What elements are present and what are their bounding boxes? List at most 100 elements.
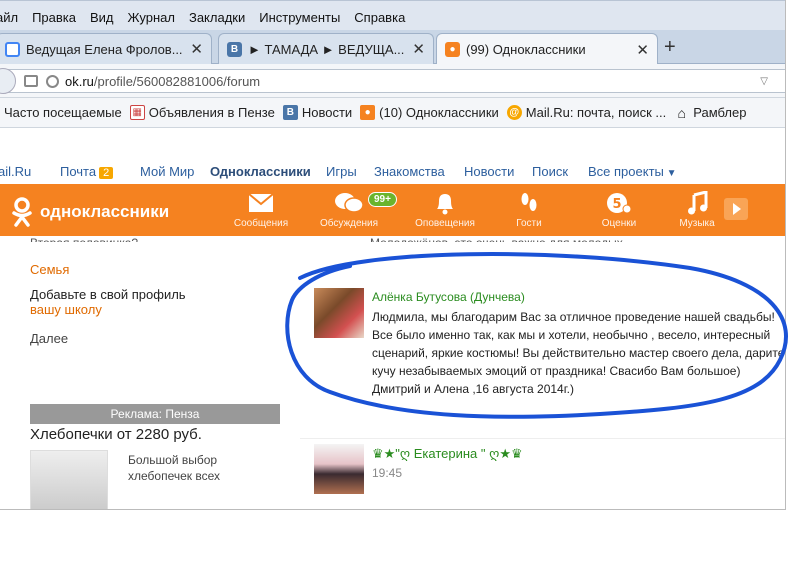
bookmark-news[interactable]: B Новости (282, 105, 353, 120)
tab-ok[interactable]: ● (99) Одноклассники ✕ (436, 33, 658, 65)
link-mailru[interactable]: ail.Ru (0, 164, 31, 179)
bookmark-ok[interactable]: ● (10) Одноклассники (360, 105, 499, 120)
nav-label: Сообщения (233, 218, 289, 229)
menu-file[interactable]: айл (0, 10, 18, 25)
ad-text[interactable]: Большой выбор хлебопечек всех (128, 452, 248, 484)
envelope-icon (228, 190, 294, 216)
link-all-projects-label: Все проекты (588, 164, 664, 179)
nav-music[interactable]: Музыка (664, 190, 730, 229)
grid-icon[interactable] (24, 75, 38, 87)
video-play-icon[interactable] (724, 198, 748, 220)
nav-label: Оповещения (415, 218, 475, 229)
add-profile-text: Добавьте в свой профиль (30, 287, 186, 302)
nav-label: Оценки (601, 218, 637, 229)
portal-links: ail.Ru Почта 2 Мой Мир Одноклассники Игры… (0, 158, 785, 184)
svg-text:5: 5 (612, 197, 621, 212)
tab-label: Ведущая Елена Фролов... (26, 41, 183, 57)
bookmark-most-visited[interactable]: Часто посещаемые (4, 105, 122, 120)
ok-header: одноклассники Сообщения Обсуждения Опове… (0, 184, 785, 236)
link-pochta-label: Почта (60, 164, 97, 179)
link-all-projects[interactable]: Все проекты ▼ (588, 164, 677, 179)
footprints-icon (496, 190, 562, 216)
nav-label: Гости (516, 218, 542, 229)
tab-vk[interactable]: B ► ТАМАДА ► ВЕДУЩА... ✕ (218, 33, 434, 64)
url-text[interactable]: ok.ru/profile/560082881006/forum (65, 74, 260, 89)
menu-history[interactable]: Журнал (128, 10, 175, 25)
calendar-icon: ▦ (129, 105, 145, 120)
mailru-icon: @ (506, 105, 522, 120)
family-link[interactable]: Семья (30, 262, 280, 277)
bookmark-rambler[interactable]: ⌂ Рамблер (674, 104, 747, 121)
url-path: /profile/560082881006/forum (93, 73, 261, 89)
link-moy-mir[interactable]: Мой Мир (140, 164, 194, 179)
tab-google[interactable]: Ведущая Елена Фролов... ✕ (0, 33, 212, 64)
close-tab-icon[interactable]: ✕ (636, 41, 649, 59)
close-tab-icon[interactable]: ✕ (190, 40, 203, 58)
more-link[interactable]: Далее (30, 331, 280, 346)
music-note-icon (664, 190, 730, 216)
vk-icon: B (227, 41, 242, 57)
link-odnoklassniki[interactable]: Одноклассники (210, 164, 311, 179)
address-bar[interactable]: ok.ru/profile/560082881006/forum ▽ (0, 69, 785, 93)
globe-icon (46, 74, 59, 88)
bookmark-label: Часто посещаемые (4, 105, 122, 120)
left-column: Семья Добавьте в свой профиль вашу школу… (30, 262, 280, 346)
ok-logo[interactable]: одноклассники (10, 197, 169, 227)
bookmark-label: Новости (301, 105, 353, 120)
google-icon (5, 41, 20, 57)
menu-view[interactable]: Вид (90, 10, 114, 25)
ad-header: Реклама: Пенза (30, 404, 280, 424)
menu-edit[interactable]: Правка (32, 10, 76, 25)
home-icon: ⌂ (677, 104, 686, 121)
page-top-spacer (0, 128, 785, 158)
ad-image[interactable] (30, 450, 108, 509)
bookmark-label: Mail.Ru: почта, поиск ... (525, 105, 667, 120)
dropdown-arrow-icon[interactable]: ▽ (760, 76, 768, 87)
cut-off-text-left: Вторая половинка? (30, 236, 138, 242)
mail-count-badge: 2 (99, 167, 114, 179)
post-text: Людмила, мы благодарим Вас за отличное п… (372, 310, 785, 396)
url-host: ok.ru (65, 73, 94, 89)
menu-bookmarks[interactable]: Закладки (189, 10, 245, 25)
tab-label: (99) Одноклассники (466, 42, 586, 57)
nav-guests[interactable]: Гости (496, 190, 562, 229)
rating-icon: 5 (586, 190, 652, 216)
bookmarks-bar: Часто посещаемые ▦ Объявления в Пензе B … (0, 98, 785, 128)
nav-ratings[interactable]: 5 Оценки (586, 190, 652, 229)
link-novosti[interactable]: Новости (464, 164, 514, 179)
vk-icon: B (282, 105, 298, 120)
bookmark-label: Рамблер (693, 105, 747, 120)
bell-icon (412, 190, 478, 216)
avatar[interactable] (314, 444, 364, 494)
link-igry[interactable]: Игры (326, 164, 357, 179)
link-pochta[interactable]: Почта 2 (60, 164, 114, 179)
bookmark-penza-ads[interactable]: ▦ Объявления в Пензе (129, 105, 275, 120)
post-author[interactable]: ♛★"ღ Екатерина " ღ★♛ (372, 446, 523, 462)
nav-notifications[interactable]: Оповещения (412, 190, 478, 229)
menu-help[interactable]: Справка (354, 10, 405, 25)
close-tab-icon[interactable]: ✕ (412, 40, 425, 58)
menu-bar: айл Правка Вид Журнал Закладки Инструмен… (0, 0, 785, 30)
navigation-bar: ok.ru/profile/560082881006/forum ▽ (0, 64, 785, 98)
divider (300, 438, 785, 439)
nav-messages[interactable]: Сообщения (228, 190, 294, 229)
new-tab-button[interactable]: + (664, 36, 676, 59)
post-author[interactable]: Алёнка Бутусова (Дунчева) (372, 290, 525, 304)
browser-window: айл Правка Вид Журнал Закладки Инструмен… (0, 0, 786, 510)
post-time: 19:45 (372, 466, 403, 480)
link-poisk[interactable]: Поиск (532, 164, 568, 179)
cut-off-text-right: Молодожёнов, это очень важно для молодых (370, 236, 623, 242)
ad-title[interactable]: Хлебопечки от 2280 руб. (30, 426, 202, 443)
tab-label: ► ТАМАДА ► ВЕДУЩА... (248, 41, 405, 57)
discussions-count-badge: 99+ (368, 192, 397, 207)
bookmark-mailru[interactable]: @ Mail.Ru: почта, поиск ... (506, 105, 667, 120)
bookmark-label: Объявления в Пензе (148, 105, 275, 120)
nav-label: Музыка (679, 218, 715, 229)
logo-text: одноклассники (40, 202, 170, 221)
nav-label: Обсуждения (319, 218, 379, 229)
ok-icon: ● (445, 42, 460, 57)
link-znakomstva[interactable]: Знакомства (374, 164, 445, 179)
menu-tools[interactable]: Инструменты (259, 10, 340, 25)
school-link[interactable]: вашу школу (30, 302, 280, 317)
avatar[interactable] (314, 288, 364, 338)
